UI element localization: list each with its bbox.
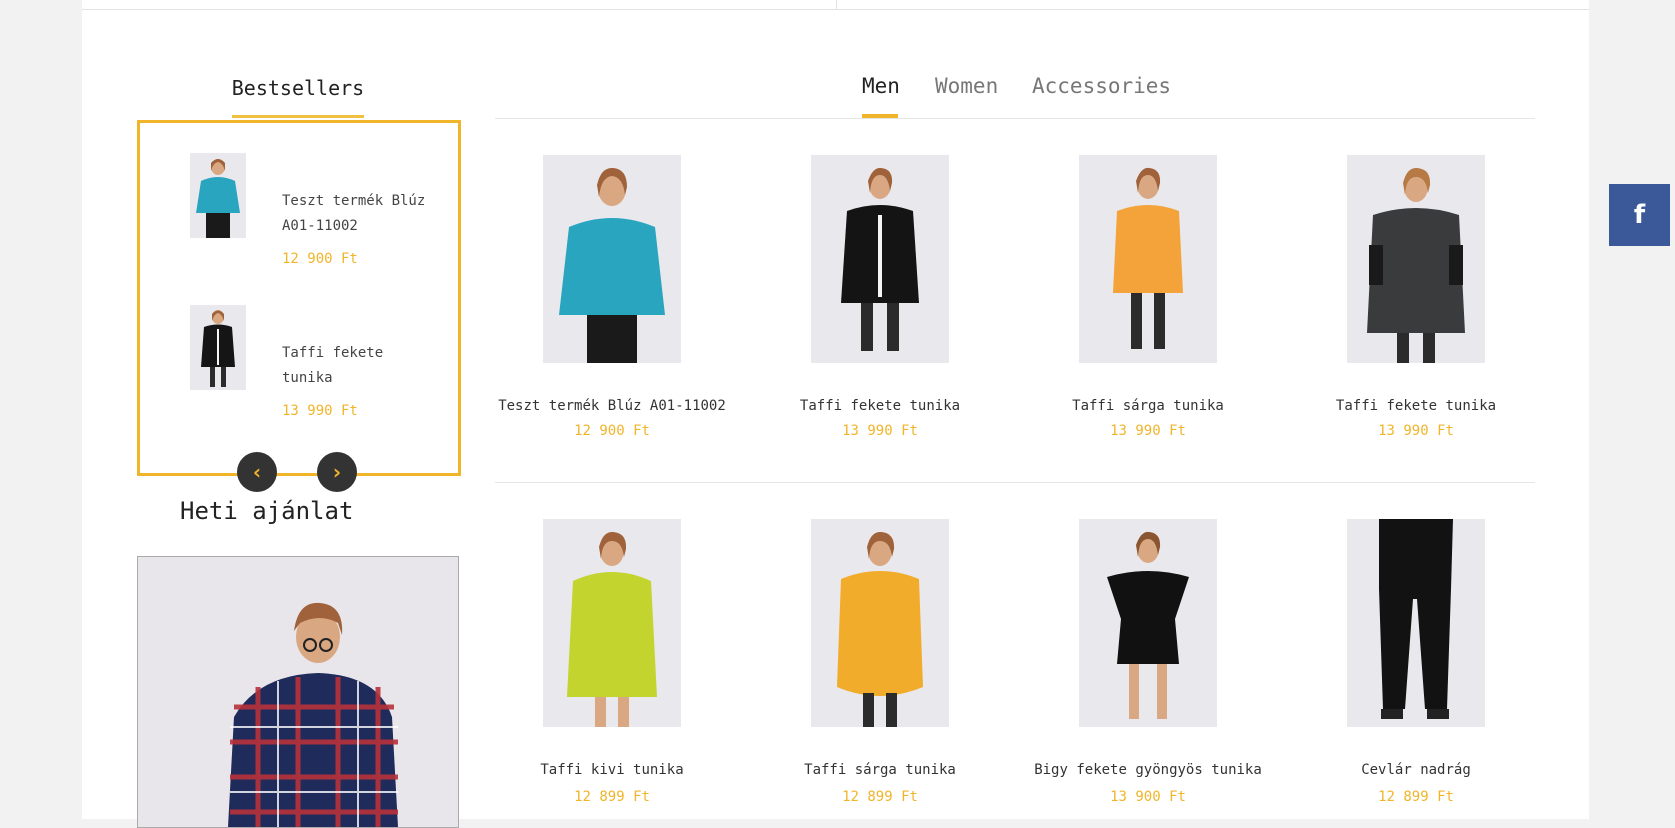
product-name[interactable]: Taffi kivi tunika [482,762,742,778]
product-image[interactable] [1079,155,1217,363]
product-price: 13 990 Ft [1110,423,1186,439]
bestseller-name[interactable]: Taffi fekete tunika [282,341,432,391]
product-name[interactable]: Cevlár nadrág [1286,762,1546,778]
product-name[interactable]: Taffi sárga tunika [1018,398,1278,414]
product-name[interactable]: Bigy fekete gyöngyös tunika [1018,762,1278,778]
carousel-prev-button[interactable]: ‹ [237,452,277,492]
bestsellers-underline [232,115,364,118]
chevron-left-icon: ‹ [252,460,262,484]
bestseller-price: 12 900 Ft [282,251,358,267]
facebook-icon: f [1633,200,1646,230]
content-area: Bestsellers Teszt termék Blúz A01-11002 … [82,0,1589,828]
product-row-divider [495,482,1535,483]
product-price: 13 990 Ft [842,423,918,439]
product-price: 13 990 Ft [1378,423,1454,439]
top-column-divider [836,0,837,9]
product-image[interactable] [811,155,949,363]
bestseller-thumbnail[interactable] [190,153,246,238]
product-name[interactable]: Teszt termék Blúz A01-11002 [482,398,742,414]
tabs-divider [495,118,1535,119]
product-name[interactable]: Taffi fekete tunika [750,398,1010,414]
facebook-button[interactable]: f [1609,184,1670,246]
product-price: 13 900 Ft [1110,789,1186,805]
weekly-offer-title: Heti ajánlat [180,497,354,525]
tab-women[interactable]: Women [935,74,998,98]
tab-accessories[interactable]: Accessories [1032,74,1171,98]
product-image[interactable] [1347,155,1485,363]
product-name[interactable]: Taffi sárga tunika [750,762,1010,778]
bestseller-item[interactable]: Teszt termék Blúz A01-11002 12 900 Ft [190,153,460,267]
weekly-offer-image[interactable] [137,556,459,828]
product-image[interactable] [543,155,681,363]
product-image[interactable] [811,519,949,727]
bestseller-name[interactable]: Teszt termék Blúz A01-11002 [282,189,432,239]
product-image[interactable] [1347,519,1485,727]
product-price: 12 900 Ft [574,423,650,439]
top-divider [82,9,1589,10]
product-price: 12 899 Ft [574,789,650,805]
product-image[interactable] [1079,519,1217,727]
bestseller-item[interactable]: Taffi fekete tunika 13 990 Ft [190,305,460,419]
bestseller-price: 13 990 Ft [282,403,358,419]
chevron-right-icon: › [332,460,342,484]
bestsellers-title: Bestsellers [231,76,365,100]
bestsellers-carousel: Teszt termék Blúz A01-11002 12 900 Ft Ta… [137,120,461,476]
carousel-next-button[interactable]: › [317,452,357,492]
product-name[interactable]: Taffi fekete tunika [1286,398,1546,414]
product-price: 12 899 Ft [1378,789,1454,805]
product-price: 12 899 Ft [842,789,918,805]
bestseller-thumbnail[interactable] [190,305,246,390]
product-image[interactable] [543,519,681,727]
tab-men[interactable]: Men [862,74,900,98]
